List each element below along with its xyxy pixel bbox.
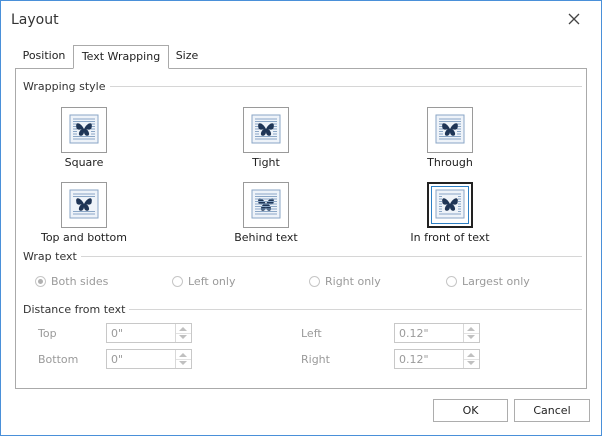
distance-right-label: Right [301, 353, 330, 366]
arrow-down-icon[interactable] [179, 361, 187, 365]
distance-top-value: 0" [111, 327, 124, 340]
radio-right-only[interactable]: Right only [309, 275, 381, 288]
arrow-down-icon[interactable] [179, 335, 187, 339]
arrow-down-icon[interactable] [467, 335, 475, 339]
wrapping-style-heading: Wrapping style [23, 80, 110, 93]
radio-circle [309, 276, 320, 287]
radio-circle [172, 276, 183, 287]
spinner-arrows[interactable] [463, 324, 479, 342]
tab-text-wrapping[interactable]: Text Wrapping [73, 45, 169, 69]
wrap-tight-button[interactable] [243, 107, 289, 153]
wrap-square-button[interactable] [61, 107, 107, 153]
arrow-up-icon[interactable] [179, 353, 187, 357]
arrow-up-icon[interactable] [467, 353, 475, 357]
ok-button[interactable]: OK [433, 399, 508, 422]
spinner-arrows[interactable] [463, 350, 479, 368]
distance-top-label: Top [38, 327, 57, 340]
tab-position[interactable]: Position [15, 45, 73, 68]
spinner-arrows[interactable] [175, 324, 191, 342]
distance-top-spinner[interactable]: 0" [106, 323, 192, 343]
wrap-text-heading: Wrap text [23, 250, 81, 263]
wrap-top-bottom-label: Top and bottom [40, 231, 128, 244]
wrap-behind-text-icon [251, 189, 281, 222]
wrap-tight-icon [251, 114, 281, 147]
wrap-in-front-icon [435, 189, 465, 222]
spinner-arrows[interactable] [175, 350, 191, 368]
wrap-square-icon [69, 114, 99, 147]
distance-right-spinner[interactable]: 0.12" [394, 349, 480, 369]
wrap-top-bottom-button[interactable] [61, 182, 107, 228]
radio-left-only-label: Left only [188, 275, 236, 288]
distance-left-label: Left [301, 327, 322, 340]
dialog-title: Layout [11, 12, 59, 28]
group-divider [76, 256, 582, 257]
wrap-through-button[interactable] [427, 107, 473, 153]
close-button[interactable] [563, 8, 585, 30]
distance-left-value: 0.12" [399, 327, 429, 340]
wrap-in-front-label: In front of text [410, 231, 490, 244]
radio-left-only[interactable]: Left only [172, 275, 235, 288]
wrap-in-front-button[interactable] [427, 182, 473, 228]
radio-circle [35, 276, 46, 287]
distance-right-value: 0.12" [399, 353, 429, 366]
wrap-through-label: Through [427, 156, 473, 169]
wrap-tight-label: Tight [252, 156, 280, 169]
cancel-button[interactable]: Cancel [514, 399, 590, 422]
distance-bottom-spinner[interactable]: 0" [106, 349, 192, 369]
group-divider [118, 309, 582, 310]
arrow-up-icon[interactable] [467, 327, 475, 331]
tab-size[interactable]: Size [169, 45, 205, 68]
radio-circle [446, 276, 457, 287]
wrap-top-bottom-icon [69, 189, 99, 222]
distance-bottom-label: Bottom [38, 353, 79, 366]
close-icon [568, 13, 580, 25]
wrap-through-icon [435, 114, 465, 147]
wrap-square-label: Square [64, 156, 104, 169]
layout-dialog: Layout Position Text Wrapping Size Wrapp… [0, 0, 602, 436]
distance-bottom-value: 0" [111, 353, 124, 366]
distance-left-spinner[interactable]: 0.12" [394, 323, 480, 343]
radio-both-sides-label: Both sides [51, 275, 109, 288]
radio-largest-only[interactable]: Largest only [446, 275, 530, 288]
arrow-up-icon[interactable] [179, 327, 187, 331]
wrap-behind-text-label: Behind text [234, 231, 298, 244]
radio-both-sides[interactable]: Both sides [35, 275, 108, 288]
radio-right-only-label: Right only [325, 275, 381, 288]
radio-largest-only-label: Largest only [462, 275, 530, 288]
distance-heading: Distance from text [23, 303, 130, 316]
arrow-down-icon[interactable] [467, 361, 475, 365]
tab-panel-text-wrapping: Wrapping style Square Tight Through Top … [15, 68, 587, 389]
group-divider [102, 86, 582, 87]
wrap-behind-text-button[interactable] [243, 182, 289, 228]
